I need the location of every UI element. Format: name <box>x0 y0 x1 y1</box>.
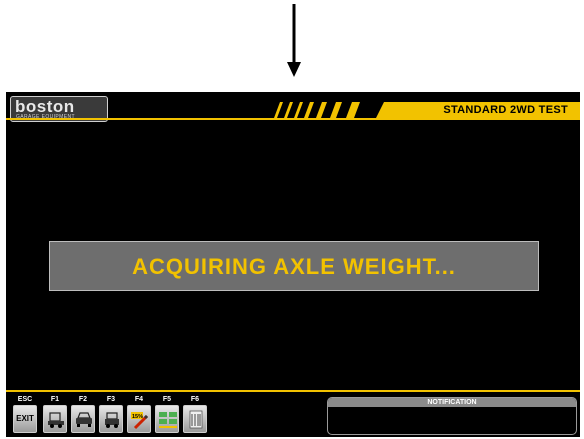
f5-key[interactable]: F5 <box>152 395 182 435</box>
notification-label: NOTIFICATION <box>328 398 576 407</box>
document-icon <box>189 410 203 429</box>
f4-key[interactable]: F4 15% <box>124 395 154 435</box>
test-screen: boston GARAGE EQUIPMENT STANDARD 2WD TES… <box>6 92 580 437</box>
f1-key[interactable]: F1 <box>40 395 70 435</box>
vehicle-front-icon <box>76 412 92 427</box>
vehicle-rear-icon <box>105 412 119 428</box>
key-label: F2 <box>78 396 88 403</box>
f5-button[interactable] <box>155 405 179 433</box>
key-label: F3 <box>106 396 116 403</box>
f2-key[interactable]: F2 <box>68 395 98 435</box>
key-label: ESC <box>17 396 33 403</box>
header-stripes <box>274 102 360 118</box>
key-label: F4 <box>134 396 144 403</box>
f1-button[interactable] <box>43 405 67 433</box>
status-message: ACQUIRING AXLE WEIGHT... <box>132 254 456 279</box>
test-title-bar: STANDARD 2WD TEST <box>376 102 580 118</box>
key-label: F5 <box>162 396 172 403</box>
header-divider <box>6 118 580 120</box>
esc-key[interactable]: ESC EXIT <box>10 395 40 435</box>
exit-label: EXIT <box>16 414 34 423</box>
exit-button[interactable]: EXIT <box>13 405 37 433</box>
percent-edit-icon: 15% <box>131 412 149 430</box>
f6-key[interactable]: F6 <box>180 395 210 435</box>
layout-grid-icon <box>159 412 177 428</box>
notification-panel: NOTIFICATION <box>327 397 577 435</box>
key-label: F6 <box>190 396 200 403</box>
vehicle-side-icon <box>48 412 64 428</box>
status-panel: ACQUIRING AXLE WEIGHT... <box>49 241 539 291</box>
percent-badge: 15% <box>132 414 143 420</box>
f3-button[interactable] <box>99 405 123 433</box>
f2-button[interactable] <box>71 405 95 433</box>
key-label: F1 <box>50 396 60 403</box>
f3-key[interactable]: F3 <box>96 395 126 435</box>
footer-divider <box>6 390 580 392</box>
down-arrow-icon <box>287 4 301 77</box>
test-title: STANDARD 2WD TEST <box>443 104 568 116</box>
f6-button[interactable] <box>183 405 207 433</box>
f4-button[interactable]: 15% <box>127 405 151 433</box>
logo-text: boston <box>15 97 75 116</box>
